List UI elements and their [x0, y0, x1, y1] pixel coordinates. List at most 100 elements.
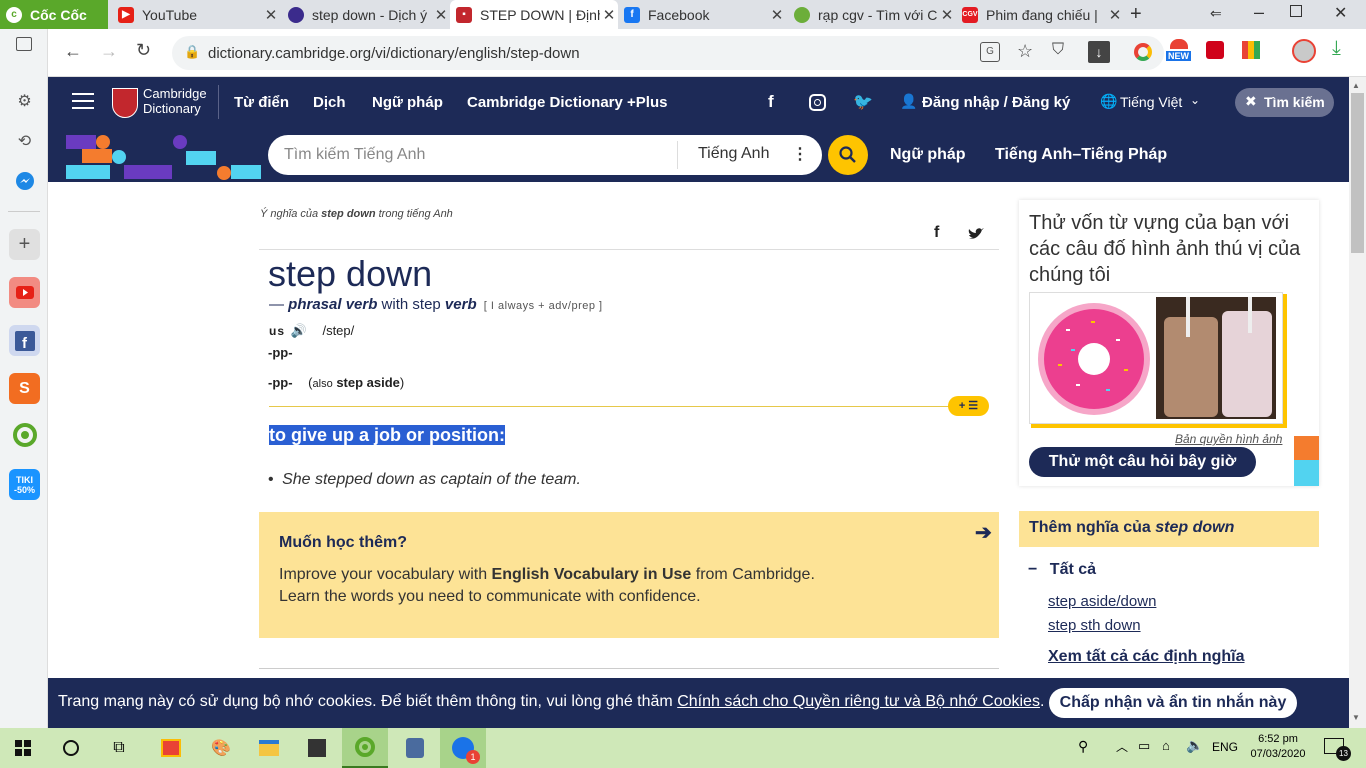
- quiz-image[interactable]: [1029, 292, 1283, 424]
- tab-close-icon[interactable]: ✕: [938, 6, 956, 24]
- quiz-try-button[interactable]: Thử một câu hỏi bây giờ: [1029, 447, 1256, 477]
- store-app-icon[interactable]: [148, 728, 194, 768]
- task-view-icon[interactable]: ⧉: [96, 728, 142, 768]
- history-icon[interactable]: ⟲: [9, 125, 40, 156]
- windows-start-icon[interactable]: [0, 728, 46, 768]
- game-app-icon[interactable]: [392, 728, 438, 768]
- see-all-definitions-link[interactable]: Xem tất cả các định nghĩa: [1048, 648, 1245, 666]
- search-language-select[interactable]: Tiếng Anh: [698, 145, 769, 163]
- tab-close-icon[interactable]: ✕: [768, 6, 786, 24]
- search-circle-icon[interactable]: [48, 728, 94, 768]
- nav-grammar[interactable]: Ngữ pháp: [372, 94, 443, 111]
- messenger-icon[interactable]: [9, 165, 40, 196]
- definition[interactable]: to give up a job or position:: [268, 422, 506, 448]
- shield-icon[interactable]: ⛉: [1052, 41, 1064, 59]
- tab-cgv-search[interactable]: rạp cgv - Tìm với C ✕: [788, 0, 956, 29]
- related-link-step-aside[interactable]: step aside/down: [1048, 593, 1156, 610]
- add-app-plus-icon[interactable]: +: [9, 229, 40, 260]
- minimize-button[interactable]: –: [1254, 2, 1264, 23]
- page-scrollbar[interactable]: ▲ ▼: [1349, 77, 1366, 728]
- accept-cookies-button[interactable]: Chấp nhận và ẩn tin nhắn này: [1049, 688, 1297, 718]
- clock[interactable]: 6:52 pm 07/03/2020: [1246, 732, 1310, 762]
- tab-step-down-translate[interactable]: step down - Dịch ý ✕: [282, 0, 450, 29]
- add-to-list-button[interactable]: + ☰: [948, 396, 989, 416]
- extension-chrome-icon[interactable]: [1134, 43, 1152, 61]
- youtube-app-icon[interactable]: [9, 277, 40, 308]
- tab-youtube[interactable]: ▶ YouTube ✕: [112, 0, 280, 29]
- tray-chevron-icon[interactable]: ︿: [1116, 738, 1128, 755]
- language-select[interactable]: Tiếng Việt: [1120, 94, 1182, 110]
- cambridge-crest-icon[interactable]: [112, 88, 138, 118]
- facebook-social-icon[interactable]: f: [768, 92, 774, 112]
- url-text[interactable]: dictionary.cambridge.org/vi/dictionary/e…: [208, 45, 580, 62]
- people-icon[interactable]: ⚲: [1078, 738, 1088, 755]
- globe-icon[interactable]: 🌐: [1100, 93, 1117, 110]
- hamburger-menu-icon[interactable]: [72, 93, 94, 109]
- shopee-app-icon[interactable]: S: [9, 373, 40, 404]
- facebook-app-icon[interactable]: f: [9, 325, 40, 356]
- extension-new-icon[interactable]: NEW: [1166, 39, 1192, 65]
- translate-page-icon[interactable]: G: [980, 42, 1000, 62]
- chevron-down-icon[interactable]: ⌄: [1190, 93, 1200, 107]
- new-tab-plus-icon[interactable]: +: [1130, 3, 1142, 26]
- notifications-icon[interactable]: 13: [1324, 738, 1351, 761]
- forward-arrow-icon[interactable]: →: [100, 41, 118, 62]
- tab-facebook[interactable]: f Facebook ✕: [618, 0, 786, 29]
- tab-close-icon[interactable]: ✕: [1106, 6, 1124, 24]
- bookmark-star-icon[interactable]: ☆: [1017, 41, 1033, 62]
- nav-plus[interactable]: Cambridge Dictionary +Plus: [467, 94, 667, 111]
- minimize-icon[interactable]: ⇐: [1210, 5, 1222, 22]
- twitter-icon[interactable]: 🐦: [853, 92, 873, 112]
- tab-cgv-movies[interactable]: CGV Phim đang chiếu | ✕: [956, 0, 1124, 29]
- close-window-button[interactable]: ✕: [1334, 3, 1347, 23]
- tiki-app-icon[interactable]: TIKI -50%: [9, 469, 40, 500]
- battery-icon[interactable]: ▭: [1138, 738, 1150, 754]
- extension-red-icon[interactable]: [1206, 41, 1224, 59]
- tab-cambridge-active[interactable]: ▪ STEP DOWN | Định ✕: [450, 0, 618, 29]
- also-term-link[interactable]: step aside: [336, 375, 400, 390]
- download-green-icon[interactable]: ⤓: [1332, 37, 1341, 60]
- learn-more-box[interactable]: ➔ Muốn học thêm? Improve your vocabulary…: [259, 512, 999, 638]
- nav-dictionary[interactable]: Từ điển: [234, 94, 289, 111]
- search-submit-button[interactable]: [828, 135, 868, 175]
- coccoc-taskbar-icon[interactable]: [342, 728, 388, 768]
- address-bar[interactable]: 🔒 dictionary.cambridge.org/vi/dictionary…: [172, 36, 1164, 70]
- nav-translate[interactable]: Dịch: [313, 94, 346, 111]
- sidebar-toggle-icon[interactable]: [16, 37, 32, 51]
- tab-close-icon[interactable]: ✕: [600, 6, 618, 24]
- back-arrow-icon[interactable]: ←: [64, 41, 82, 62]
- related-link-step-sth-down[interactable]: step sth down: [1048, 617, 1141, 634]
- profile-avatar[interactable]: [1292, 39, 1316, 63]
- scroll-down-icon[interactable]: ▼: [1352, 713, 1360, 722]
- sticky-app-icon[interactable]: [294, 728, 340, 768]
- coccoc-app-icon[interactable]: [9, 419, 40, 450]
- scroll-up-icon[interactable]: ▲: [1352, 81, 1360, 90]
- extension-colorful-icon[interactable]: [1242, 41, 1260, 59]
- zalo-taskbar-icon[interactable]: 1: [440, 728, 486, 768]
- collapse-minus-icon[interactable]: −: [1028, 561, 1037, 578]
- file-explorer-icon[interactable]: [246, 728, 292, 768]
- share-twitter-icon[interactable]: [968, 227, 984, 241]
- input-language[interactable]: ENG: [1212, 740, 1238, 754]
- more-options-icon[interactable]: ⋮: [792, 144, 808, 164]
- share-facebook-icon[interactable]: f: [934, 224, 939, 242]
- tab-close-icon[interactable]: ✕: [262, 6, 280, 24]
- settings-gear-icon[interactable]: ⚙: [9, 85, 40, 116]
- cookie-policy-link[interactable]: Chính sách cho Quyền riêng tư và Bộ nhớ …: [677, 693, 1040, 710]
- search-toggle-button[interactable]: ✖ Tìm kiếm: [1235, 88, 1334, 117]
- scrollbar-thumb[interactable]: [1351, 93, 1364, 253]
- login-link[interactable]: Đăng nhập / Đăng ký: [922, 94, 1070, 111]
- user-icon[interactable]: 👤: [900, 93, 917, 110]
- more-meanings-all[interactable]: − Tất cả: [1028, 561, 1096, 579]
- download-icon[interactable]: ↓: [1088, 41, 1110, 63]
- search-box[interactable]: Tìm kiếm Tiếng Anh Tiếng Anh ⋮: [268, 135, 822, 175]
- network-icon[interactable]: ⌂: [1162, 738, 1170, 753]
- en-fr-link[interactable]: Tiếng Anh–Tiếng Pháp: [995, 146, 1167, 164]
- quiz-card[interactable]: Thử vốn từ vựng của bạn với các câu đố h…: [1019, 200, 1319, 486]
- reload-icon[interactable]: ↻: [136, 40, 151, 61]
- instagram-icon[interactable]: [809, 94, 826, 111]
- search-input[interactable]: Tìm kiếm Tiếng Anh: [284, 146, 425, 164]
- image-copyright-link[interactable]: Bản quyền hình ảnh: [1175, 432, 1282, 446]
- speaker-icon[interactable]: 🔊: [291, 323, 307, 338]
- grammar-link[interactable]: Ngữ pháp: [890, 146, 966, 164]
